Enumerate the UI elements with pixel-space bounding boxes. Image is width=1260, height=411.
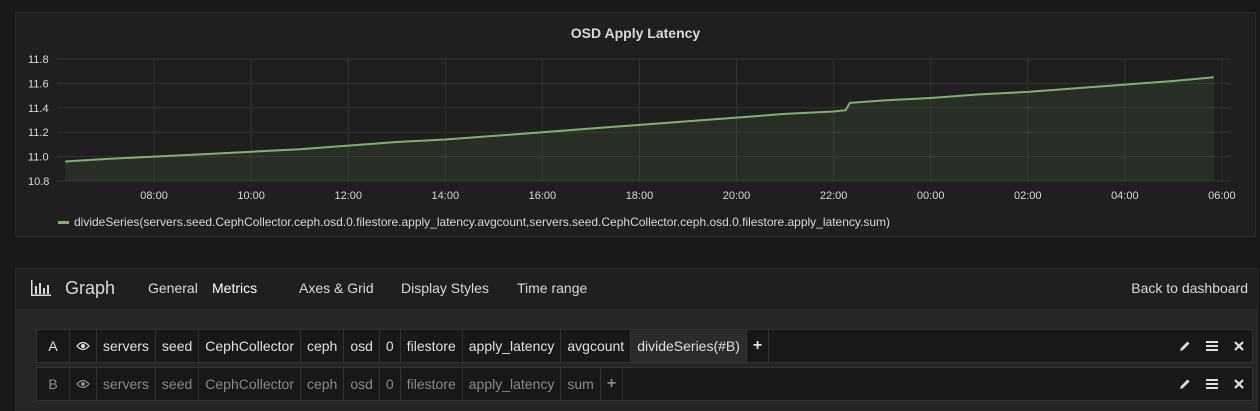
legend[interactable]: divideSeries(servers.seed.CephCollector.… xyxy=(58,215,890,229)
editor-title: Graph xyxy=(65,278,116,298)
close-icon[interactable] xyxy=(1225,330,1252,362)
chart: 10.8 11.0 11.2 11.4 11.6 11.8 08:00 10:00 12:00… xyxy=(28,54,1236,202)
eye-icon[interactable] xyxy=(70,330,97,362)
x-axis: 08:00 10:00 12:00 14:00 16:00 18:00 20:00 22:00… xyxy=(140,190,1235,202)
x-tick-label: 20:00 xyxy=(723,190,751,202)
metric-segment[interactable]: ceph xyxy=(301,368,345,400)
graph-panel: OSD Apply Latency 10.8 11.0 11.2 11.4 11.6 11… xyxy=(15,12,1256,237)
y-tick-label: 11.4 xyxy=(28,103,49,115)
y-axis: 10.8 11.0 11.2 11.4 11.6 11.8 xyxy=(28,54,49,188)
back-to-dashboard-link[interactable]: Back to dashboard xyxy=(1131,280,1248,296)
x-tick-label: 16:00 xyxy=(529,190,557,202)
row-actions xyxy=(1171,330,1252,362)
pencil-icon[interactable] xyxy=(1171,330,1198,362)
y-tick-label: 11.2 xyxy=(28,127,49,139)
x-tick-label: 06:00 xyxy=(1208,190,1236,202)
target-row-a: A servers seed CephCollector ceph osd 0 … xyxy=(36,329,1253,363)
plus-icon[interactable]: + xyxy=(747,330,770,362)
x-tick-label: 08:00 xyxy=(140,190,168,202)
metric-segment[interactable]: avgcount xyxy=(561,330,632,362)
y-tick-label: 11.6 xyxy=(28,78,49,90)
metric-segment[interactable]: CephCollector xyxy=(199,368,301,400)
metric-segment[interactable]: 0 xyxy=(380,368,401,400)
target-letter[interactable]: B xyxy=(37,368,70,400)
metric-segment[interactable]: sum xyxy=(561,368,601,400)
target-letter[interactable]: A xyxy=(37,330,70,362)
metric-segment[interactable]: apply_latency xyxy=(463,368,562,400)
metric-segment[interactable]: servers xyxy=(97,368,156,400)
metric-segment[interactable]: apply_latency xyxy=(463,330,562,362)
metric-segment[interactable]: 0 xyxy=(380,330,401,362)
row-actions xyxy=(1171,368,1252,400)
metric-segment[interactable]: filestore xyxy=(401,330,463,362)
tab-axes-grid[interactable]: Axes & Grid xyxy=(299,280,374,310)
editor-header: Graph General Metrics Axes & Grid Displa… xyxy=(16,269,1257,312)
legend-label[interactable]: divideSeries(servers.seed.CephCollector.… xyxy=(74,215,890,229)
x-tick-label: 02:00 xyxy=(1014,190,1042,202)
function-segment[interactable]: divideSeries(#B) xyxy=(631,330,747,362)
metric-segment[interactable]: ceph xyxy=(301,330,345,362)
eye-icon[interactable] xyxy=(70,368,97,400)
panel-editor: Graph General Metrics Axes & Grid Displa… xyxy=(15,268,1258,411)
x-tick-label: 14:00 xyxy=(432,190,460,202)
close-icon[interactable] xyxy=(1225,368,1252,400)
tab-display-styles[interactable]: Display Styles xyxy=(401,280,489,310)
metric-segment[interactable]: seed xyxy=(156,330,200,362)
target-row-b: B servers seed CephCollector ceph osd 0 … xyxy=(36,367,1253,401)
metric-segment[interactable]: seed xyxy=(156,368,200,400)
menu-icon[interactable] xyxy=(1198,368,1225,400)
x-tick-label: 12:00 xyxy=(334,190,362,202)
metric-segment[interactable]: osd xyxy=(344,368,380,400)
y-tick-label: 11.8 xyxy=(28,54,49,66)
y-tick-label: 11.0 xyxy=(28,152,49,164)
metric-segment[interactable]: osd xyxy=(344,330,380,362)
pencil-icon[interactable] xyxy=(1171,368,1198,400)
tab-time-range[interactable]: Time range xyxy=(517,280,587,310)
y-tick-label: 10.8 xyxy=(28,176,49,188)
tab-metrics[interactable]: Metrics xyxy=(199,280,271,312)
metric-segment[interactable]: filestore xyxy=(401,368,463,400)
x-tick-label: 10:00 xyxy=(237,190,265,202)
metrics-editor: A servers seed CephCollector ceph osd 0 … xyxy=(16,310,1257,410)
menu-icon[interactable] xyxy=(1198,330,1225,362)
metric-segment[interactable]: CephCollector xyxy=(199,330,301,362)
x-tick-label: 00:00 xyxy=(917,190,945,202)
legend-swatch xyxy=(58,220,69,224)
x-tick-label: 18:00 xyxy=(626,190,654,202)
x-tick-label: 22:00 xyxy=(820,190,848,202)
metric-segment[interactable]: servers xyxy=(97,330,156,362)
tab-general[interactable]: General xyxy=(148,280,198,310)
plus-icon[interactable]: + xyxy=(601,368,624,400)
x-tick-label: 04:00 xyxy=(1111,190,1139,202)
bar-chart-icon xyxy=(31,280,51,296)
